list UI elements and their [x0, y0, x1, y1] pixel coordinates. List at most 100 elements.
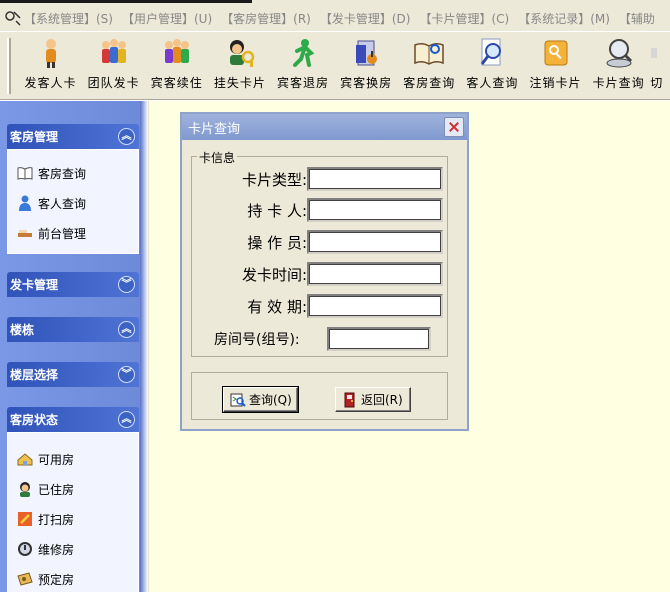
expand-down-icon[interactable]: ︾: [118, 276, 135, 293]
sidebar-item-cleaning-room[interactable]: 打扫房: [8, 504, 138, 534]
cancel-card-icon: [544, 40, 568, 66]
room-number-input[interactable]: [327, 327, 431, 351]
back-button[interactable]: 返回(R): [335, 387, 411, 412]
toolbar-label: 客人查询: [466, 76, 519, 90]
sidebar-item-label: 已住房: [38, 482, 75, 497]
sidebar: 客房管理 ︽ 客房查询 客人查询 前台管理 发卡管理 ︾ 楼栋 ︽ 楼层选择 ︾…: [0, 101, 148, 592]
main-toolbar: 发客人卡 团队发卡 宾客续住 挂失卡片 宾客退房 宾客换房 客房查询 客人查询 …: [0, 31, 670, 100]
sidebar-item-reserved-room[interactable]: 预定房: [8, 564, 138, 592]
sidebar-item-room-query[interactable]: 客房查询: [8, 158, 138, 188]
sidebar-item-repair-room[interactable]: 维修房: [8, 534, 138, 564]
app-logo-icon: [2, 7, 24, 29]
query-button-label: 查询(Q): [249, 393, 292, 407]
panel-title: 楼栋: [10, 323, 35, 337]
toolbar-label: 发客人卡: [24, 76, 77, 90]
card-query-button[interactable]: 卡片查询: [587, 32, 650, 98]
cleaning-room-icon: [16, 510, 34, 528]
sidebar-item-available-room[interactable]: 可用房: [8, 444, 138, 474]
group-issue-card-button[interactable]: 团队发卡: [82, 32, 145, 98]
menu-aux[interactable]: 【辅助: [619, 10, 655, 27]
card-info-group: 卡信息 卡片类型: 持 卡 人: 操 作 员: 发卡时间: 有 效 期: 房间号…: [191, 149, 448, 357]
guest-checkout-button[interactable]: 宾客退房: [272, 32, 335, 98]
expand-down-icon[interactable]: ︾: [118, 366, 135, 383]
menu-bar: 【系统管理】(S) 【用户管理】(U) 【客房管理】(R) 【发卡管理】(D) …: [0, 5, 670, 31]
dialog-title-bar[interactable]: 卡片查询: [182, 114, 467, 140]
back-button-label: 返回(R): [361, 393, 403, 407]
sidebar-item-label: 客人查询: [38, 196, 87, 211]
sidebar-item-label: 打扫房: [38, 512, 75, 527]
menu-issue-card[interactable]: 【发卡管理】(D): [320, 10, 411, 27]
close-icon[interactable]: [444, 117, 464, 137]
operator-input[interactable]: [307, 230, 443, 254]
collapse-up-icon[interactable]: ︽: [118, 321, 135, 338]
report-lost-card-button[interactable]: 挂失卡片: [208, 32, 271, 98]
sidebar-item-label: 预定房: [38, 572, 75, 587]
person-icon: [16, 194, 34, 212]
toolbar-label: 宾客退房: [277, 76, 330, 90]
guest-change-room-button[interactable]: 宾客换房: [335, 32, 398, 98]
panel-header-building[interactable]: 楼栋 ︽: [7, 317, 139, 342]
panel-header-floor-select[interactable]: 楼层选择 ︾: [7, 362, 139, 387]
card-holder-input[interactable]: [307, 198, 443, 222]
guest-extend-stay-button[interactable]: 宾客续住: [145, 32, 208, 98]
toolbar-label: 宾客续住: [150, 76, 203, 90]
desk-icon: [16, 224, 34, 242]
sidebar-item-guest-query[interactable]: 客人查询: [8, 188, 138, 218]
toolbar-label: 团队发卡: [87, 76, 140, 90]
collapse-up-icon[interactable]: ︽: [118, 411, 135, 428]
room-query-button[interactable]: 客房查询: [398, 32, 461, 98]
sidebar-item-label: 维修房: [38, 542, 75, 557]
switch-icon: [651, 48, 658, 58]
menu-users[interactable]: 【用户管理】(U): [122, 10, 212, 27]
card-holder-label: 持 卡 人:: [247, 201, 307, 220]
issue-guest-card-button[interactable]: 发客人卡: [19, 32, 82, 98]
cancel-card-button[interactable]: 注销卡片: [524, 32, 587, 98]
reserved-room-icon: [16, 570, 34, 588]
dialog-button-group: 查询(Q) 返回(R): [191, 372, 448, 420]
available-room-icon: [16, 450, 34, 468]
group-guests-icon: [101, 39, 126, 63]
occupied-room-icon: [16, 480, 34, 498]
card-query-dialog: 卡片查询 卡信息 卡片类型: 持 卡 人: 操 作 员: 发卡时间: 有 效 期…: [180, 112, 469, 431]
panel-header-room-status[interactable]: 客房状态 ︽: [7, 407, 139, 432]
panel-header-room-management[interactable]: 客房管理 ︽: [7, 124, 139, 149]
menu-system[interactable]: 【系统管理】(S): [24, 10, 113, 27]
report-lost-card-icon: [229, 40, 255, 67]
card-search-icon: [606, 39, 632, 68]
valid-period-label: 有 效 期:: [247, 297, 307, 316]
issue-time-input[interactable]: [307, 262, 443, 286]
toolbar-grip[interactable]: [7, 38, 11, 94]
sidebar-item-occupied-room[interactable]: 已住房: [8, 474, 138, 504]
sidebar-item-label: 前台管理: [38, 226, 87, 241]
menu-cards[interactable]: 【卡片管理】(C): [419, 10, 509, 27]
group-label: 卡信息: [197, 149, 238, 166]
collapse-up-icon[interactable]: ︽: [118, 128, 135, 145]
menu-records[interactable]: 【系统记录】(M): [518, 10, 610, 27]
toolbar-label: 注销卡片: [529, 76, 582, 90]
menu-rooms[interactable]: 【客房管理】(R): [221, 10, 311, 27]
panel-title: 发卡管理: [10, 278, 59, 292]
operator-label: 操 作 员:: [247, 233, 307, 252]
room-book-icon: [414, 42, 445, 65]
query-button[interactable]: 查询(Q): [222, 386, 299, 413]
room-number-label: 房间号(组号):: [214, 332, 300, 348]
panel-title: 楼层选择: [10, 368, 59, 382]
toolbar-label: 客房查询: [403, 76, 456, 90]
book-icon: [16, 164, 34, 182]
change-room-icon: [356, 40, 378, 66]
sidebar-item-label: 可用房: [38, 452, 75, 467]
toolbar-label: 卡片查询: [592, 76, 645, 90]
valid-period-input[interactable]: [307, 294, 443, 318]
guest-search-icon: [481, 38, 502, 66]
switch-button[interactable]: 切: [650, 32, 670, 98]
card-type-input[interactable]: [307, 167, 443, 191]
panel-body-room-status: 可用房 已住房 打扫房 维修房 预定房: [7, 432, 139, 592]
panel-title: 客房状态: [10, 413, 59, 427]
panel-header-card-issuing[interactable]: 发卡管理 ︾: [7, 272, 139, 297]
guest-query-button[interactable]: 客人查询: [461, 32, 524, 98]
sidebar-item-front-desk[interactable]: 前台管理: [8, 218, 138, 248]
checkout-icon: [293, 39, 315, 67]
panel-title: 客房管理: [10, 130, 59, 144]
sidebar-item-label: 客房查询: [38, 166, 87, 181]
toolbar-label: 宾客换房: [340, 76, 393, 90]
